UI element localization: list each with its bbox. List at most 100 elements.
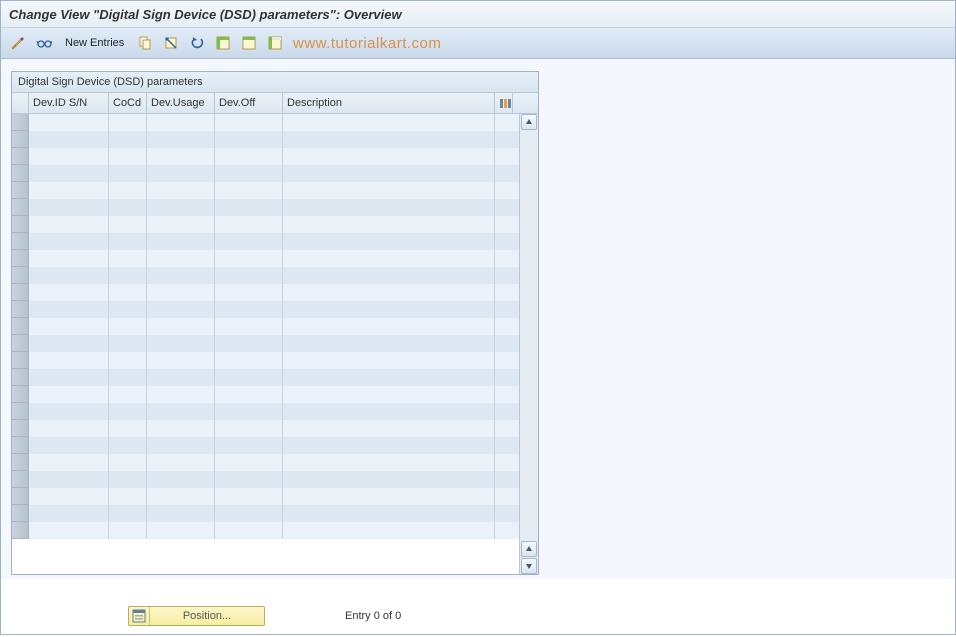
- cell-devid[interactable]: [29, 369, 109, 386]
- cell-description[interactable]: [283, 522, 495, 539]
- row-selector[interactable]: [12, 165, 29, 182]
- cell-devid[interactable]: [29, 114, 109, 131]
- row-selector[interactable]: [12, 318, 29, 335]
- cell-off[interactable]: [215, 420, 283, 437]
- table-row[interactable]: [12, 454, 519, 471]
- row-selector[interactable]: [12, 403, 29, 420]
- row-selector[interactable]: [12, 267, 29, 284]
- cell-description[interactable]: [283, 148, 495, 165]
- new-entries-button[interactable]: New Entries: [59, 32, 130, 54]
- row-selector[interactable]: [12, 233, 29, 250]
- cell-devid[interactable]: [29, 148, 109, 165]
- table-row[interactable]: [12, 522, 519, 539]
- table-row[interactable]: [12, 114, 519, 131]
- column-header-description[interactable]: Description: [283, 93, 495, 113]
- cell-usage[interactable]: [147, 284, 215, 301]
- cell-usage[interactable]: [147, 386, 215, 403]
- cell-cocd[interactable]: [109, 216, 147, 233]
- row-selector[interactable]: [12, 471, 29, 488]
- cell-cocd[interactable]: [109, 318, 147, 335]
- table-row[interactable]: [12, 131, 519, 148]
- cell-off[interactable]: [215, 267, 283, 284]
- column-header-usage[interactable]: Dev.Usage: [147, 93, 215, 113]
- scroll-down-button[interactable]: [521, 558, 537, 574]
- cell-cocd[interactable]: [109, 301, 147, 318]
- cell-off[interactable]: [215, 284, 283, 301]
- cell-cocd[interactable]: [109, 505, 147, 522]
- table-row[interactable]: [12, 165, 519, 182]
- cell-cocd[interactable]: [109, 233, 147, 250]
- cell-description[interactable]: [283, 216, 495, 233]
- undo-button[interactable]: [186, 32, 208, 54]
- cell-off[interactable]: [215, 454, 283, 471]
- cell-usage[interactable]: [147, 522, 215, 539]
- cell-description[interactable]: [283, 250, 495, 267]
- cell-description[interactable]: [283, 131, 495, 148]
- cell-off[interactable]: [215, 522, 283, 539]
- table-row[interactable]: [12, 386, 519, 403]
- cell-usage[interactable]: [147, 301, 215, 318]
- table-row[interactable]: [12, 471, 519, 488]
- cell-usage[interactable]: [147, 131, 215, 148]
- find-button[interactable]: [33, 32, 55, 54]
- cell-description[interactable]: [283, 165, 495, 182]
- cell-usage[interactable]: [147, 403, 215, 420]
- cell-description[interactable]: [283, 403, 495, 420]
- cell-devid[interactable]: [29, 199, 109, 216]
- cell-devid[interactable]: [29, 267, 109, 284]
- cell-off[interactable]: [215, 131, 283, 148]
- cell-usage[interactable]: [147, 148, 215, 165]
- cell-devid[interactable]: [29, 301, 109, 318]
- cell-devid[interactable]: [29, 352, 109, 369]
- row-selector[interactable]: [12, 386, 29, 403]
- cell-description[interactable]: [283, 454, 495, 471]
- row-selector[interactable]: [12, 335, 29, 352]
- toggle-change-button[interactable]: [7, 32, 29, 54]
- table-row[interactable]: [12, 318, 519, 335]
- cell-cocd[interactable]: [109, 182, 147, 199]
- cell-cocd[interactable]: [109, 284, 147, 301]
- column-header-devid[interactable]: Dev.ID S/N: [29, 93, 109, 113]
- cell-usage[interactable]: [147, 216, 215, 233]
- row-selector[interactable]: [12, 420, 29, 437]
- cell-off[interactable]: [215, 165, 283, 182]
- cell-devid[interactable]: [29, 420, 109, 437]
- table-row[interactable]: [12, 352, 519, 369]
- cell-usage[interactable]: [147, 437, 215, 454]
- position-button[interactable]: Position...: [128, 606, 265, 626]
- deselect-all-button[interactable]: [238, 32, 260, 54]
- cell-description[interactable]: [283, 199, 495, 216]
- cell-description[interactable]: [283, 318, 495, 335]
- table-row[interactable]: [12, 216, 519, 233]
- cell-devid[interactable]: [29, 318, 109, 335]
- cell-devid[interactable]: [29, 505, 109, 522]
- cell-devid[interactable]: [29, 454, 109, 471]
- cell-cocd[interactable]: [109, 471, 147, 488]
- cell-usage[interactable]: [147, 165, 215, 182]
- cell-usage[interactable]: [147, 250, 215, 267]
- cell-off[interactable]: [215, 505, 283, 522]
- cell-description[interactable]: [283, 267, 495, 284]
- cell-off[interactable]: [215, 403, 283, 420]
- cell-off[interactable]: [215, 182, 283, 199]
- cell-description[interactable]: [283, 352, 495, 369]
- scroll-up-button[interactable]: [521, 114, 537, 130]
- cell-usage[interactable]: [147, 114, 215, 131]
- cell-off[interactable]: [215, 114, 283, 131]
- cell-description[interactable]: [283, 335, 495, 352]
- cell-cocd[interactable]: [109, 437, 147, 454]
- cell-devid[interactable]: [29, 403, 109, 420]
- select-all-button[interactable]: [212, 32, 234, 54]
- cell-description[interactable]: [283, 369, 495, 386]
- cell-cocd[interactable]: [109, 403, 147, 420]
- cell-description[interactable]: [283, 182, 495, 199]
- cell-usage[interactable]: [147, 488, 215, 505]
- table-row[interactable]: [12, 420, 519, 437]
- print-button[interactable]: [264, 32, 286, 54]
- cell-devid[interactable]: [29, 250, 109, 267]
- cell-off[interactable]: [215, 471, 283, 488]
- cell-devid[interactable]: [29, 182, 109, 199]
- cell-off[interactable]: [215, 199, 283, 216]
- cell-off[interactable]: [215, 318, 283, 335]
- cell-cocd[interactable]: [109, 114, 147, 131]
